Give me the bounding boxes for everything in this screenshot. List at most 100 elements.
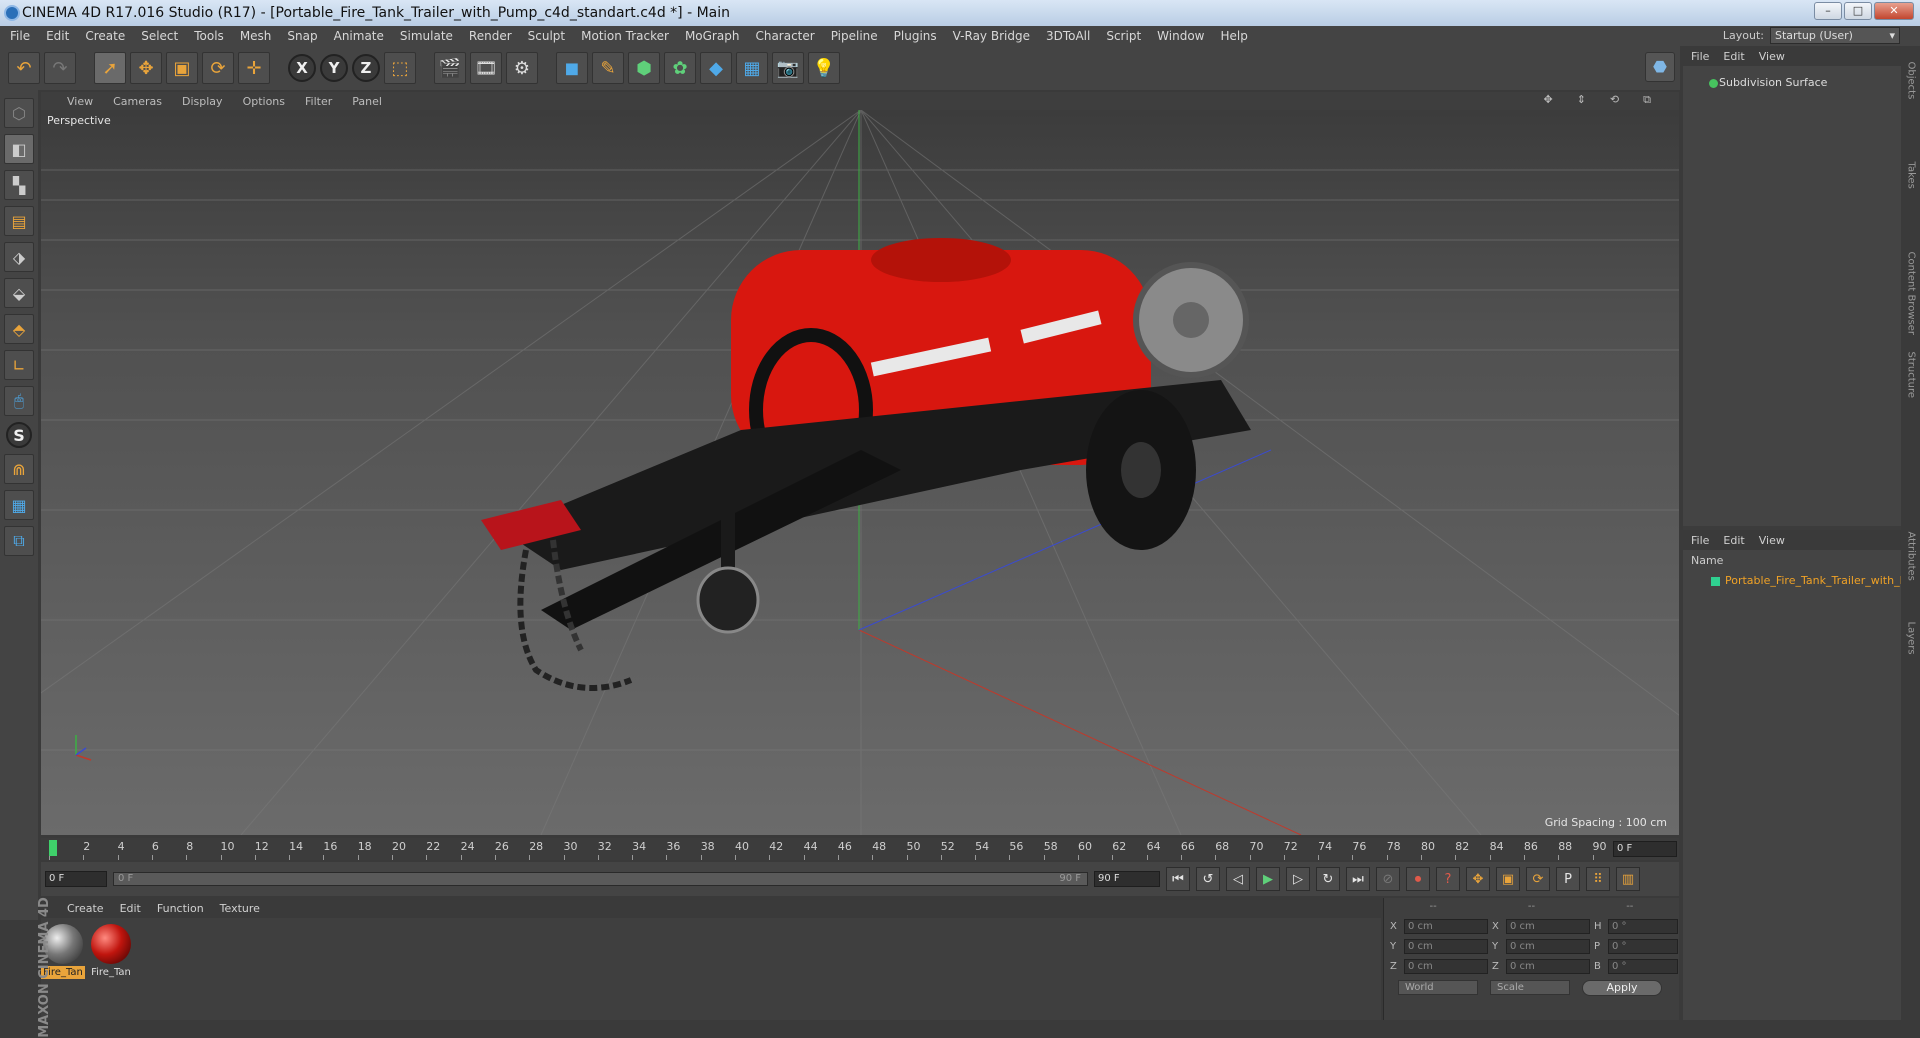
pen-spline-icon[interactable]: ✎ xyxy=(592,52,624,84)
polygons-mode-icon[interactable]: ⬘ xyxy=(4,314,34,344)
menu-animate[interactable]: Animate xyxy=(334,29,384,43)
menu-script[interactable]: Script xyxy=(1106,29,1141,43)
playhead-marker[interactable] xyxy=(49,840,57,856)
key-pla-icon[interactable]: ⠿ xyxy=(1586,867,1610,891)
material-menu-function[interactable]: Function xyxy=(157,902,204,915)
viewport-rotate-icon[interactable]: ⟲ xyxy=(1610,93,1619,107)
menu-edit[interactable]: Edit xyxy=(46,29,69,43)
subdivision-icon[interactable]: ⬢ xyxy=(628,52,660,84)
scale-tool-icon[interactable]: ▣ xyxy=(166,52,198,84)
menu-simulate[interactable]: Simulate xyxy=(400,29,453,43)
3d-viewport[interactable]: Perspective Grid Spacing : 100 cm xyxy=(41,110,1679,835)
python-icon[interactable]: ⬣ xyxy=(1645,52,1675,82)
rotation-p-field[interactable]: 0 ° xyxy=(1608,938,1678,954)
object-menu-edit[interactable]: Edit xyxy=(1723,50,1744,63)
timeline-end-frame[interactable]: 0 F xyxy=(1613,841,1677,857)
menu-3dtoall[interactable]: 3DToAll xyxy=(1046,29,1090,43)
size-z-field[interactable]: 0 cm xyxy=(1506,958,1590,974)
menu-window[interactable]: Window xyxy=(1157,29,1204,43)
viewport-menu-filter[interactable]: Filter xyxy=(305,95,332,108)
edges-mode-icon[interactable]: ⬙ xyxy=(4,278,34,308)
render-view-icon[interactable]: 🎬 xyxy=(434,52,466,84)
tab-content-browser[interactable]: Content Browser xyxy=(1906,252,1917,335)
keyframe-selection-icon[interactable]: ? xyxy=(1436,867,1460,891)
coordinate-system-icon[interactable]: ⬚ xyxy=(384,52,416,84)
material-menu-create[interactable]: Create xyxy=(67,902,104,915)
menu-help[interactable]: Help xyxy=(1220,29,1247,43)
tab-objects[interactable]: Objects xyxy=(1906,62,1917,142)
select-tool-icon[interactable]: ➚ xyxy=(94,52,126,84)
position-y-field[interactable]: 0 cm xyxy=(1404,938,1488,954)
world-dropdown[interactable]: World xyxy=(1398,980,1478,995)
points-mode-icon[interactable]: ⬗ xyxy=(4,242,34,272)
planar-icon[interactable]: ⧉ xyxy=(4,526,34,556)
object-menu-view[interactable]: View xyxy=(1759,50,1785,63)
redo-icon[interactable]: ↷ xyxy=(44,52,76,84)
close-button[interactable]: ✕ xyxy=(1874,2,1914,20)
viewport-menu-view[interactable]: View xyxy=(67,95,93,108)
layer-menu-view[interactable]: View xyxy=(1759,534,1785,547)
go-to-start-icon[interactable]: ⏮ xyxy=(1166,867,1190,891)
menu-pipeline[interactable]: Pipeline xyxy=(831,29,878,43)
menu-motion-tracker[interactable]: Motion Tracker xyxy=(581,29,669,43)
material-menu-texture[interactable]: Texture xyxy=(220,902,260,915)
menu-mograph[interactable]: MoGraph xyxy=(685,29,740,43)
key-parameter-icon[interactable]: P xyxy=(1556,867,1580,891)
undo-icon[interactable]: ↶ xyxy=(8,52,40,84)
viewport-menu-cameras[interactable]: Cameras xyxy=(113,95,162,108)
z-axis-icon[interactable]: Z xyxy=(352,54,380,82)
move-tool-icon[interactable]: ✥ xyxy=(130,52,162,84)
play-icon[interactable]: ▶ xyxy=(1256,867,1280,891)
menu-sculpt[interactable]: Sculpt xyxy=(528,29,565,43)
position-x-field[interactable]: 0 cm xyxy=(1404,918,1488,934)
menu-create[interactable]: Create xyxy=(85,29,125,43)
viewport-menu-options[interactable]: Options xyxy=(243,95,285,108)
viewport-menu-panel[interactable]: Panel xyxy=(352,95,382,108)
menu-snap[interactable]: Snap xyxy=(287,29,317,43)
make-editable-icon[interactable]: ⬡ xyxy=(4,98,34,128)
key-position-icon[interactable]: ✥ xyxy=(1466,867,1490,891)
rotate-tool-icon[interactable]: ⟳ xyxy=(202,52,234,84)
frame-range-slider[interactable]: 0 F 90 F xyxy=(113,872,1088,886)
tab-layers[interactable]: Layers xyxy=(1906,622,1917,702)
render-picture-viewer-icon[interactable]: 🎞 xyxy=(470,52,502,84)
menu-vray-bridge[interactable]: V-Ray Bridge xyxy=(953,29,1030,43)
maximize-button[interactable]: □ xyxy=(1844,2,1872,20)
array-icon[interactable]: ✿ xyxy=(664,52,696,84)
solo-icon[interactable]: S xyxy=(6,422,32,448)
position-z-field[interactable]: 0 cm xyxy=(1404,958,1488,974)
max-frame-field[interactable]: 90 F xyxy=(1094,871,1160,887)
light-icon[interactable]: 💡 xyxy=(808,52,840,84)
next-frame-icon[interactable]: ▷ xyxy=(1286,867,1310,891)
rotation-h-field[interactable]: 0 ° xyxy=(1608,918,1678,934)
size-y-field[interactable]: 0 cm xyxy=(1506,938,1590,954)
viewport-zoom-icon[interactable]: ⇕ xyxy=(1577,93,1586,107)
live-selection-icon[interactable]: ✛ xyxy=(238,52,270,84)
scale-dropdown[interactable]: Scale xyxy=(1490,980,1570,995)
tab-attributes[interactable]: Attributes xyxy=(1906,532,1917,612)
camera-icon[interactable]: 📷 xyxy=(772,52,804,84)
tab-takes[interactable]: Takes xyxy=(1906,162,1917,242)
object-menu-file[interactable]: File xyxy=(1691,50,1709,63)
timeline-window-icon[interactable]: ▥ xyxy=(1616,867,1640,891)
layer-item[interactable]: Portable_Fire_Tank_Trailer_with_Pump xyxy=(1683,574,1901,590)
snap-icon[interactable]: ⋒ xyxy=(4,454,34,484)
menu-select[interactable]: Select xyxy=(141,29,178,43)
previous-key-icon[interactable]: ↺ xyxy=(1196,867,1220,891)
rotation-b-field[interactable]: 0 ° xyxy=(1608,958,1678,974)
key-scale-icon[interactable]: ▣ xyxy=(1496,867,1520,891)
axis-mode-icon[interactable]: ∟ xyxy=(4,350,34,380)
material-menu-edit[interactable]: Edit xyxy=(120,902,141,915)
apply-button[interactable]: Apply xyxy=(1582,980,1662,996)
menu-tools[interactable]: Tools xyxy=(194,29,224,43)
texture-mode-icon[interactable]: ▚ xyxy=(4,170,34,200)
minimize-button[interactable]: – xyxy=(1814,2,1842,20)
workplane-icon[interactable]: ▤ xyxy=(4,206,34,236)
object-item-subdivision-surface[interactable]: Subdivision Surface xyxy=(1689,76,1899,92)
deformer-icon[interactable]: ◆ xyxy=(700,52,732,84)
menu-render[interactable]: Render xyxy=(469,29,512,43)
viewport-menu-display[interactable]: Display xyxy=(182,95,223,108)
menu-character[interactable]: Character xyxy=(755,29,814,43)
render-settings-icon[interactable]: ⚙ xyxy=(506,52,538,84)
layout-dropdown[interactable]: Startup (User) xyxy=(1770,27,1900,44)
